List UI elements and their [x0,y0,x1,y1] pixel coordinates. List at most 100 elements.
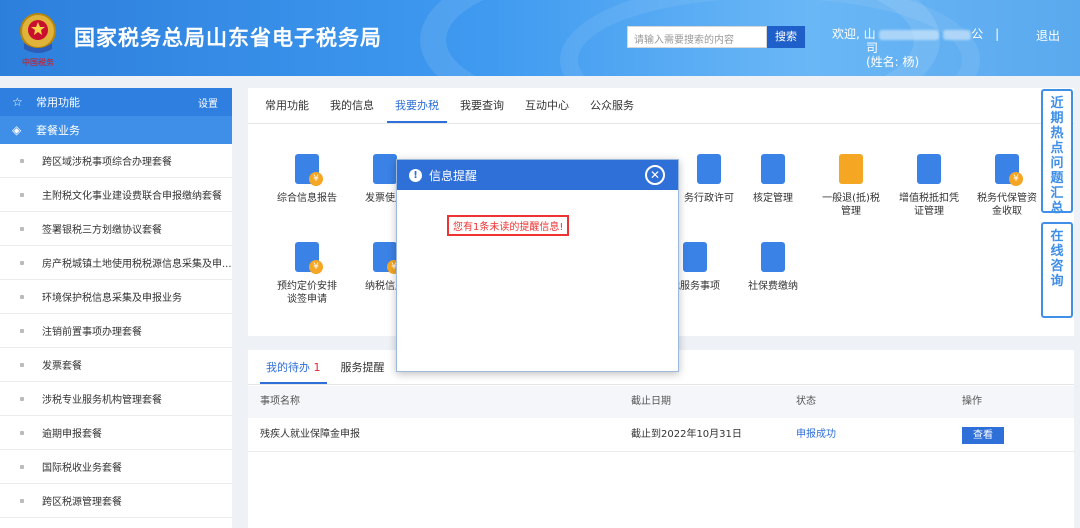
tax-emblem-icon [20,13,56,53]
sidebar-package-item[interactable]: 涉税专业服务机构管理套餐 [0,382,232,416]
table-row: 残疾人就业保障金申报 截止到2022年10月31日 申报成功 查看 [248,418,1074,452]
function-label: 综合信息报告 [277,193,337,204]
todo-panel: 我的待办 1 服务提醒 事项名称 截止日期 状态 操作 残疾人就业保障金申报 截… [248,350,1074,528]
sidebar-item-label: 跨区域涉税事项综合办理套餐 [42,157,172,168]
welcome-info: 欢迎, 山 公 | 司 (姓名: 杨) [832,27,1022,69]
bullet-icon [20,294,24,299]
sidebar-item-label: 涉税专业服务机构管理套餐 [42,395,162,406]
emblem-caption: 中国税务 [22,58,54,67]
badge-icon: ¥ [1009,172,1023,186]
faq-float-label: 近期热点问题汇总 [1050,96,1064,216]
sidebar: ☆ 常用功能 设置 ◈ 套餐业务 跨区域涉税事项综合办理套餐主附税文化事业建设费… [0,88,232,528]
redacted-company [879,29,940,40]
search-input[interactable]: 请输入需要搜索的内容 [627,26,767,48]
function-document[interactable]: ¥ 综合信息报告 [276,154,338,205]
icon-shape [373,154,397,184]
row-deadline: 截止到2022年10月31日 [631,429,742,440]
bullet-icon [20,158,24,163]
bullet-icon [20,430,24,435]
view-button[interactable]: 查看 [962,427,1004,444]
sidebar-setting-link[interactable]: 设置 [198,95,218,110]
bullet-icon [20,396,24,401]
unread-reminder-message[interactable]: 您有1条未读的提醒信息! [447,215,570,236]
main-tab[interactable]: 我要查询 [460,88,504,123]
close-icon[interactable]: ✕ [645,165,665,185]
refund-hand-icon [835,154,867,186]
consult-float-tab[interactable]: 在线咨询 [1041,222,1073,318]
sidebar-common-functions[interactable]: ☆ 常用功能 设置 [0,88,232,116]
sidebar-item-label: 主附税文化事业建设费联合申报缴纳套餐 [42,191,222,202]
sidebar-item-label: 国际税收业务套餐 [42,463,122,474]
welcome-line2: 司 [866,41,879,55]
badge-icon: ¥ [309,260,323,274]
function-label: 务行政许可 [684,193,734,204]
sidebar-item-label: 跨区税源管理套餐 [42,497,122,508]
col-header-status: 状态 [796,396,816,407]
welcome-mid: 公 [971,27,984,41]
sidebar-package-item[interactable]: 注销前置事项办理套餐 [0,314,232,348]
function-funds[interactable]: ¥ 税务代保管资金收取 [976,154,1038,218]
row-status[interactable]: 申报成功 [796,418,836,452]
logout-link[interactable]: 退出 [1036,27,1060,44]
info-reminder-dialog: ! 信息提醒 ✕ 您有1条未读的提醒信息! [396,159,679,372]
tab-service-remind[interactable]: 服务提醒 [341,350,385,384]
dialog-header: ! 信息提醒 ✕ [397,160,678,190]
icon-shape [761,242,785,272]
globe-hand-icon [757,242,789,274]
sidebar-package-item[interactable]: 国际税收业务套餐 [0,450,232,484]
sidebar-package-item[interactable]: 发票套餐 [0,348,232,382]
function-label: 税务代保管资金收取 [977,193,1037,217]
function-label: 增值税抵扣凭证管理 [899,193,959,217]
document-icon: ¥ [291,154,323,186]
function-voucher[interactable]: 增值税抵扣凭证管理 [898,154,960,218]
main-tab[interactable]: 我要办税 [387,88,447,123]
tab-my-todo[interactable]: 我的待办 1 [260,350,326,384]
badge-icon: ¥ [309,172,323,186]
function-license[interactable]: 务行政许可 [678,154,740,205]
row-name: 残疾人就业保障金申报 [260,429,360,440]
bullet-icon [20,498,24,503]
redacted-company [943,29,972,40]
col-header-action: 操作 [962,396,982,407]
main-tab[interactable]: 常用功能 [265,88,309,123]
bullet-icon [20,362,24,367]
sidebar-package-item[interactable]: 跨区税源管理套餐 [0,484,232,518]
function-label: 一般退(抵)税管理 [822,193,880,217]
sidebar-packages[interactable]: ◈ 套餐业务 [0,116,232,144]
sidebar-package-item[interactable]: 签署银税三方划缴协议套餐 [0,212,232,246]
funds-icon: ¥ [991,154,1023,186]
function-folder-user[interactable]: 核定管理 [742,154,804,205]
bullet-icon [20,464,24,469]
sidebar-package-item[interactable]: 跨区域涉税事项综合办理套餐 [0,144,232,178]
main-tab[interactable]: 互动中心 [525,88,569,123]
function-refund-hand[interactable]: 一般退(抵)税管理 [820,154,882,218]
sidebar-package-item[interactable]: 环境保护税信息采集及申报业务 [0,280,232,314]
bullet-icon [20,328,24,333]
function-label: 核定管理 [753,193,793,204]
sidebar-item-label: 房产税城镇土地使用税税源信息采集及申... [42,259,232,270]
star-icon: ☆ [12,95,23,109]
sidebar-packages-label: 套餐业务 [36,124,80,137]
top-header: 中国税务 国家税务总局山东省电子税务局 请输入需要搜索的内容 搜索 欢迎, 山 … [0,0,1080,76]
search-button[interactable]: 搜索 [767,26,805,48]
col-header-deadline: 截止日期 [631,396,671,407]
icon-shape [761,154,785,184]
icon-shape [683,242,707,272]
bullet-icon [20,260,24,265]
main-tab[interactable]: 我的信息 [330,88,374,123]
function-globe-hand[interactable]: 社保费缴纳 [742,242,804,293]
tab-my-todo-label: 我的待办 [266,361,310,374]
license-icon [693,154,725,186]
consult-float-label: 在线咨询 [1050,229,1064,289]
main-tab[interactable]: 公众服务 [590,88,634,123]
sidebar-item-label: 签署银税三方划缴协议套餐 [42,225,162,236]
table-header: 事项名称 截止日期 状态 操作 [248,386,1074,418]
voucher-icon [913,154,945,186]
function-chart[interactable]: ¥ 预约定价安排谈签申请 [276,242,338,306]
sidebar-package-item[interactable]: 逾期申报套餐 [0,416,232,450]
faq-float-tab[interactable]: 近期热点问题汇总 [1041,89,1073,216]
sidebar-package-item[interactable]: 主附税文化事业建设费联合申报缴纳套餐 [0,178,232,212]
sidebar-package-item[interactable]: 房产税城镇土地使用税税源信息采集及申... [0,246,232,280]
sidebar-item-label: 环境保护税信息采集及申报业务 [42,293,182,304]
icon-shape [839,154,863,184]
